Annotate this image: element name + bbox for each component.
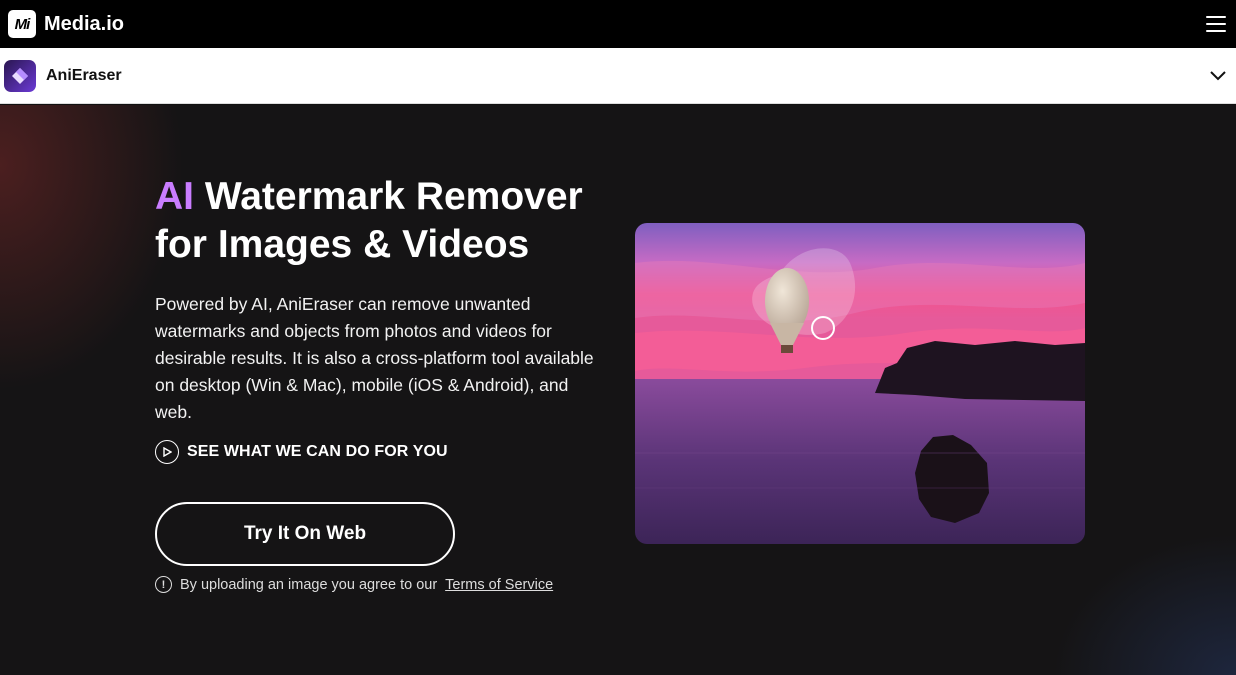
brand-name: Media.io <box>44 12 125 35</box>
title-line-1: Watermark Remover <box>194 175 583 218</box>
hot-air-balloon-sunset-sea-image <box>635 223 1085 544</box>
chevron-down-icon[interactable] <box>1206 64 1230 88</box>
terms-notice: ! By uploading an image you agree to our… <box>155 576 553 593</box>
title-accent: AI <box>155 175 194 218</box>
product-bar: AniEraser <box>0 48 1236 104</box>
hero-section: AI Watermark Remover for Images & Videos… <box>0 105 1236 675</box>
see-link-label: SEE WHAT WE CAN DO FOR YOU <box>187 443 448 460</box>
see-what-we-can-do-link[interactable]: SEE WHAT WE CAN DO FOR YOU <box>155 440 448 464</box>
media-io-logo: Mi <box>8 10 36 38</box>
try-it-on-web-button[interactable]: Try It On Web <box>155 502 455 566</box>
eraser-icon <box>4 59 36 92</box>
top-navigation-bar: Mi Media.io <box>0 0 1236 48</box>
hero-description: Powered by AI, AniEraser can remove unwa… <box>155 294 594 422</box>
play-circle-icon <box>155 440 179 464</box>
product-selector[interactable]: AniEraser <box>4 59 122 92</box>
title-line-2: for Images & Videos <box>155 223 530 266</box>
info-icon: ! <box>155 576 172 593</box>
page-title: AI Watermark Remover for Images & Videos <box>155 173 615 269</box>
terms-of-service-link[interactable]: Terms of Service <box>445 577 553 593</box>
hamburger-icon[interactable] <box>1206 16 1226 32</box>
brand-home-link[interactable]: Mi Media.io <box>8 10 124 38</box>
terms-prefix: By uploading an image you agree to our <box>180 576 438 593</box>
product-name: AniEraser <box>46 66 122 84</box>
